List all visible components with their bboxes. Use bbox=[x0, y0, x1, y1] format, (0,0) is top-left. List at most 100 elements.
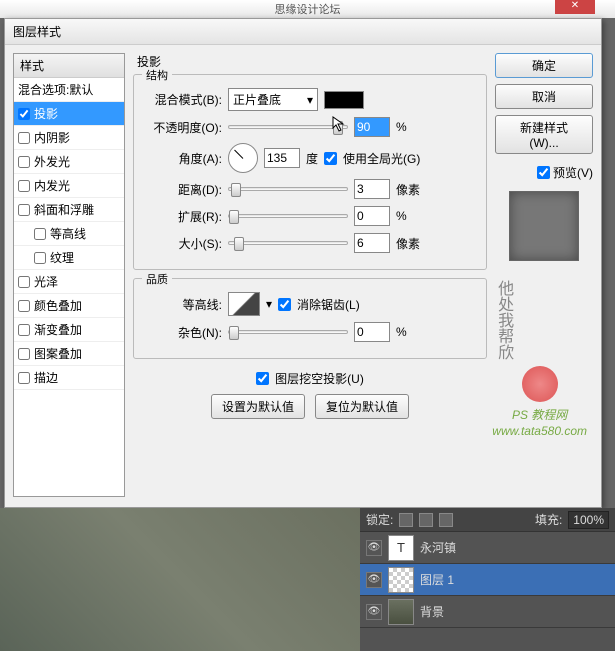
knockout-checkbox[interactable] bbox=[256, 372, 269, 385]
style-item-0[interactable]: 混合选项:默认 bbox=[14, 78, 124, 102]
style-checkbox[interactable] bbox=[18, 276, 30, 288]
styles-panel: 样式 混合选项:默认投影内阴影外发光内发光斜面和浮雕等高线纹理光泽颜色叠加渐变叠… bbox=[13, 53, 125, 497]
effect-title: 投影 bbox=[133, 53, 487, 70]
layer-name: 永河镇 bbox=[420, 539, 456, 556]
style-label: 投影 bbox=[34, 105, 58, 122]
reset-default-button[interactable]: 复位为默认值 bbox=[315, 394, 409, 419]
style-label: 光泽 bbox=[34, 273, 58, 290]
chevron-down-icon: ▾ bbox=[307, 93, 313, 107]
chevron-down-icon[interactable]: ▾ bbox=[266, 297, 272, 311]
preview-checkbox[interactable] bbox=[537, 166, 550, 179]
style-checkbox[interactable] bbox=[18, 180, 30, 192]
spread-slider[interactable] bbox=[228, 214, 348, 218]
style-checkbox[interactable] bbox=[18, 372, 30, 384]
layer-name: 图层 1 bbox=[420, 571, 454, 588]
style-item-8[interactable]: 光泽 bbox=[14, 270, 124, 294]
make-default-button[interactable]: 设置为默认值 bbox=[211, 394, 305, 419]
cancel-button[interactable]: 取消 bbox=[495, 84, 593, 109]
size-slider[interactable] bbox=[228, 241, 348, 245]
noise-input[interactable]: 0 bbox=[354, 322, 390, 342]
style-item-2[interactable]: 内阴影 bbox=[14, 126, 124, 150]
distance-label: 距离(D): bbox=[144, 181, 222, 198]
noise-unit: % bbox=[396, 325, 426, 339]
lock-pixels-icon[interactable] bbox=[399, 513, 413, 527]
style-checkbox[interactable] bbox=[18, 324, 30, 336]
styles-list: 混合选项:默认投影内阴影外发光内发光斜面和浮雕等高线纹理光泽颜色叠加渐变叠加图案… bbox=[14, 78, 124, 390]
style-label: 内发光 bbox=[34, 177, 70, 194]
style-item-3[interactable]: 外发光 bbox=[14, 150, 124, 174]
global-light-checkbox[interactable] bbox=[324, 152, 337, 165]
opacity-unit: % bbox=[396, 120, 426, 134]
style-checkbox[interactable] bbox=[34, 228, 46, 240]
style-item-1[interactable]: 投影 bbox=[14, 102, 124, 126]
style-item-4[interactable]: 内发光 bbox=[14, 174, 124, 198]
lock-position-icon[interactable] bbox=[419, 513, 433, 527]
style-label: 颜色叠加 bbox=[34, 297, 82, 314]
layer-thumb[interactable] bbox=[388, 567, 414, 593]
layer-row[interactable]: 👁背景 bbox=[360, 596, 615, 628]
spread-label: 扩展(R): bbox=[144, 208, 222, 225]
layers-panel: 锁定: 填充: 100% 👁 T 永河镇 👁 图层 1 👁背景 bbox=[360, 508, 615, 651]
antialias-checkbox[interactable] bbox=[278, 298, 291, 311]
contour-picker[interactable] bbox=[228, 292, 260, 316]
style-checkbox[interactable] bbox=[18, 348, 30, 360]
style-checkbox[interactable] bbox=[18, 156, 30, 168]
style-item-6[interactable]: 等高线 bbox=[14, 222, 124, 246]
titlebar-close-button[interactable]: ✕ bbox=[555, 0, 595, 14]
shadow-color-swatch[interactable] bbox=[324, 91, 364, 109]
layer-thumb[interactable]: T bbox=[388, 535, 414, 561]
style-label: 等高线 bbox=[50, 225, 86, 242]
blend-mode-select[interactable]: 正片叠底 ▾ bbox=[228, 88, 318, 111]
angle-label: 角度(A): bbox=[144, 150, 222, 167]
style-checkbox[interactable] bbox=[18, 204, 30, 216]
distance-input[interactable]: 3 bbox=[354, 179, 390, 199]
app-titlebar: 思缘设计论坛 ✕ bbox=[0, 0, 615, 18]
layer-row[interactable]: 👁 T 永河镇 bbox=[360, 532, 615, 564]
antialias-label: 消除锯齿(L) bbox=[297, 296, 360, 313]
style-checkbox[interactable] bbox=[18, 108, 30, 120]
style-label: 图案叠加 bbox=[34, 345, 82, 362]
spread-input[interactable]: 0 bbox=[354, 206, 390, 226]
structure-legend: 结构 bbox=[142, 67, 172, 83]
style-item-10[interactable]: 渐变叠加 bbox=[14, 318, 124, 342]
layer-thumb[interactable] bbox=[388, 599, 414, 625]
quality-legend: 品质 bbox=[142, 271, 172, 287]
angle-input[interactable]: 135 bbox=[264, 148, 300, 168]
style-item-9[interactable]: 颜色叠加 bbox=[14, 294, 124, 318]
style-checkbox[interactable] bbox=[18, 132, 30, 144]
style-label: 外发光 bbox=[34, 153, 70, 170]
opacity-slider[interactable] bbox=[228, 125, 348, 129]
contour-label: 等高线: bbox=[144, 296, 222, 313]
size-input[interactable]: 6 bbox=[354, 233, 390, 253]
fill-value[interactable]: 100% bbox=[568, 511, 609, 529]
style-item-5[interactable]: 斜面和浮雕 bbox=[14, 198, 124, 222]
lock-all-icon[interactable] bbox=[439, 513, 453, 527]
noise-label: 杂色(N): bbox=[144, 324, 222, 341]
visibility-icon[interactable]: 👁 bbox=[366, 540, 382, 556]
noise-slider[interactable] bbox=[228, 330, 348, 334]
layers-lock-row: 锁定: 填充: 100% bbox=[360, 508, 615, 532]
fill-label: 填充: bbox=[535, 511, 562, 528]
style-item-12[interactable]: 描边 bbox=[14, 366, 124, 390]
ok-button[interactable]: 确定 bbox=[495, 53, 593, 78]
new-style-button[interactable]: 新建样式(W)... bbox=[495, 115, 593, 154]
style-label: 斜面和浮雕 bbox=[34, 201, 94, 218]
preview-label: 预览(V) bbox=[553, 164, 593, 181]
visibility-icon[interactable]: 👁 bbox=[366, 572, 382, 588]
distance-unit: 像素 bbox=[396, 181, 426, 198]
stamp-icon bbox=[522, 366, 558, 402]
style-checkbox[interactable] bbox=[18, 300, 30, 312]
structure-fieldset: 结构 混合模式(B): 正片叠底 ▾ 不透明度(O): 90 % 角 bbox=[133, 74, 487, 270]
layer-row[interactable]: 👁 图层 1 bbox=[360, 564, 615, 596]
style-item-7[interactable]: 纹理 bbox=[14, 246, 124, 270]
style-label: 混合选项:默认 bbox=[18, 81, 93, 98]
opacity-input[interactable]: 90 bbox=[354, 117, 390, 137]
angle-dial[interactable] bbox=[228, 143, 258, 173]
titlebar-text: 思缘设计论坛 bbox=[275, 1, 341, 17]
size-label: 大小(S): bbox=[144, 235, 222, 252]
style-label: 描边 bbox=[34, 369, 58, 386]
distance-slider[interactable] bbox=[228, 187, 348, 191]
style-checkbox[interactable] bbox=[34, 252, 46, 264]
style-item-11[interactable]: 图案叠加 bbox=[14, 342, 124, 366]
visibility-icon[interactable]: 👁 bbox=[366, 604, 382, 620]
